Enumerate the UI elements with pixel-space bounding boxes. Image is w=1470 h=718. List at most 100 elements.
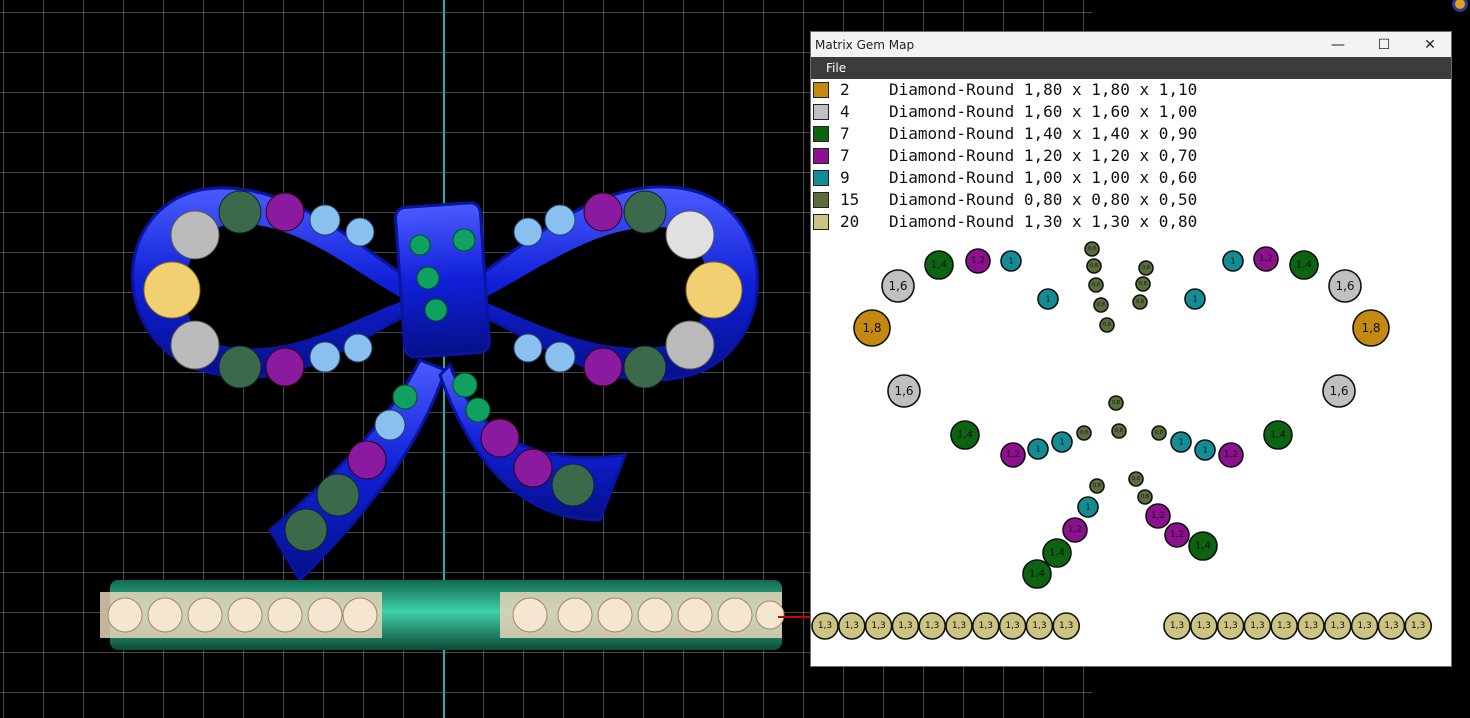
- gem-size-label: 1,3: [1277, 621, 1291, 631]
- gem-marker[interactable]: 1,6: [1328, 269, 1362, 303]
- gem-marker[interactable]: 1: [1051, 431, 1073, 453]
- gem-size-label: 1,3: [952, 621, 966, 631]
- gem-marker[interactable]: 1,3: [998, 612, 1027, 640]
- gem-marker[interactable]: 1,4: [1289, 250, 1319, 280]
- gem-size-label: 0,8: [1090, 263, 1098, 269]
- gem-size-label: 1: [1178, 438, 1183, 447]
- gem-marker[interactable]: 1,3: [1377, 612, 1406, 640]
- gem-marker[interactable]: 1,6: [887, 374, 921, 408]
- gem-marker[interactable]: 1,8: [1352, 309, 1390, 347]
- gem-marker[interactable]: 1,6: [881, 269, 915, 303]
- gem-marker[interactable]: 1,4: [1263, 420, 1293, 450]
- gem-marker[interactable]: 1: [1170, 431, 1192, 453]
- gem-size-label: 1: [1230, 257, 1235, 266]
- gem-marker[interactable]: 0,8: [1076, 425, 1092, 441]
- gem-size-label: 1,2: [1151, 511, 1165, 521]
- gem-marker[interactable]: 1,6: [1322, 374, 1356, 408]
- gem-marker[interactable]: 1,8: [853, 309, 891, 347]
- gem-marker[interactable]: 0,8: [1138, 260, 1154, 276]
- ring-band: [100, 580, 785, 650]
- gem-size-label: 1: [1192, 295, 1197, 304]
- gem-size-label: 1,2: [1068, 525, 1082, 535]
- gem-marker[interactable]: 1,4: [924, 250, 954, 280]
- gem-marker[interactable]: 1,3: [1404, 612, 1433, 640]
- gem-marker[interactable]: 0,8: [1111, 423, 1127, 439]
- gem-size-label: 1,3: [1032, 621, 1046, 631]
- gem-marker[interactable]: 1,2: [1164, 522, 1190, 548]
- gem-size-label: 0,8: [1092, 282, 1100, 288]
- gem-marker[interactable]: 1,3: [1216, 612, 1245, 640]
- gem-marker[interactable]: 1,3: [945, 612, 973, 640]
- gem-marker[interactable]: 1,3: [972, 612, 1000, 640]
- gem-marker[interactable]: 1,3: [1025, 612, 1054, 640]
- gem-marker[interactable]: 1: [1077, 496, 1099, 518]
- gem-size-label: 0,8: [1139, 281, 1147, 287]
- gem-marker[interactable]: 1: [1184, 288, 1206, 310]
- gem-marker[interactable]: 1,3: [891, 612, 920, 640]
- gem-marker[interactable]: 0,8: [1128, 471, 1144, 487]
- gem-size-label: 1,3: [979, 621, 993, 631]
- gem-marker[interactable]: 1,2: [1062, 517, 1088, 543]
- gem-marker[interactable]: 1,3: [1052, 612, 1080, 640]
- gem-marker[interactable]: 1,3: [1297, 612, 1325, 640]
- gem-size-label: 1,2: [1224, 450, 1238, 460]
- gem-marker[interactable]: 1,2: [965, 248, 991, 274]
- gem-marker[interactable]: 1: [1000, 250, 1022, 272]
- gem-marker[interactable]: 0,8: [1086, 258, 1102, 274]
- gem-marker[interactable]: 1: [1222, 250, 1244, 272]
- gem-size-label: 1,4: [1195, 541, 1211, 552]
- gem-marker[interactable]: 1,2: [1145, 503, 1171, 529]
- gem-marker[interactable]: 1,3: [811, 612, 839, 640]
- gem-marker[interactable]: 1: [1194, 439, 1216, 461]
- gem-marker[interactable]: 1,3: [918, 612, 946, 640]
- gem-size-label: 1: [1008, 257, 1013, 266]
- gem-marker[interactable]: 1,4: [950, 420, 980, 450]
- gem-size-label: 1,3: [898, 621, 912, 631]
- gem-size-label: 1,4: [1029, 569, 1045, 580]
- gem-marker[interactable]: 1,3: [1189, 612, 1218, 640]
- gem-marker[interactable]: 0,8: [1099, 317, 1115, 333]
- gem-size-label: 1,2: [1259, 254, 1273, 264]
- gem-size-label: 1: [1085, 503, 1090, 512]
- gem-marker[interactable]: 1,3: [1270, 612, 1299, 640]
- gem-marker[interactable]: 0,8: [1135, 276, 1151, 292]
- gem-size-label: 1,3: [1197, 621, 1211, 631]
- gem-marker[interactable]: 1,4: [1022, 559, 1052, 589]
- gem-size-label: 1,3: [1059, 621, 1073, 631]
- gem-marker[interactable]: 1,3: [1350, 612, 1379, 640]
- gem-marker[interactable]: 0,8: [1108, 395, 1124, 411]
- gem-marker[interactable]: 1,3: [1323, 612, 1352, 640]
- gem-marker[interactable]: 1,2: [1253, 246, 1279, 272]
- gem-size-label: 1,8: [862, 321, 881, 335]
- gem-marker[interactable]: 1,3: [1163, 612, 1191, 640]
- gem-size-label: 1,2: [971, 256, 985, 266]
- gem-marker[interactable]: 1,3: [1243, 612, 1272, 640]
- gem-marker[interactable]: 0,8: [1093, 297, 1109, 313]
- gem-marker[interactable]: 0,8: [1137, 489, 1153, 505]
- gem-size-label: 0,8: [1142, 265, 1150, 271]
- gem-size-label: 1,3: [1304, 621, 1318, 631]
- gem-size-label: 1,3: [1411, 621, 1425, 631]
- gem-size-label: 1,4: [931, 260, 947, 271]
- gem-marker[interactable]: 1: [1027, 438, 1049, 460]
- gem-size-label: 1,3: [1331, 621, 1345, 631]
- gem-marker[interactable]: 0,8: [1151, 425, 1167, 441]
- gem-marker[interactable]: 1,3: [837, 612, 866, 640]
- gem-marker[interactable]: 0,8: [1089, 478, 1105, 494]
- gem-marker[interactable]: 1,4: [1188, 531, 1218, 561]
- gem-marker[interactable]: 1,2: [1000, 442, 1026, 468]
- gem-size-label: 1,3: [1384, 621, 1398, 631]
- gem-map-window[interactable]: Matrix Gem Map — ☐ ✕ File 2 Diamond-Roun…: [810, 31, 1452, 667]
- gem-size-label: 1,4: [1296, 260, 1312, 271]
- gem-marker[interactable]: 0,8: [1084, 241, 1100, 257]
- gem-map-canvas[interactable]: 1,8 1,8 1,6 1,6 1,6 1,6 1,4 1,4 1,4 1,4 1,4 1,4 1,4 1…: [811, 32, 1451, 666]
- gem-marker[interactable]: 1,3: [864, 612, 893, 640]
- gem-marker[interactable]: 1,2: [1218, 442, 1244, 468]
- gem-size-label: 0,8: [1132, 476, 1140, 482]
- gem-marker[interactable]: 0,8: [1088, 277, 1104, 293]
- gem-marker[interactable]: 1,4: [1042, 538, 1072, 568]
- gem-size-label: 0,8: [1103, 322, 1111, 328]
- gem-size-label: 1,4: [957, 430, 973, 441]
- gem-marker[interactable]: 1: [1037, 288, 1059, 310]
- gem-marker[interactable]: 0,8: [1132, 294, 1148, 310]
